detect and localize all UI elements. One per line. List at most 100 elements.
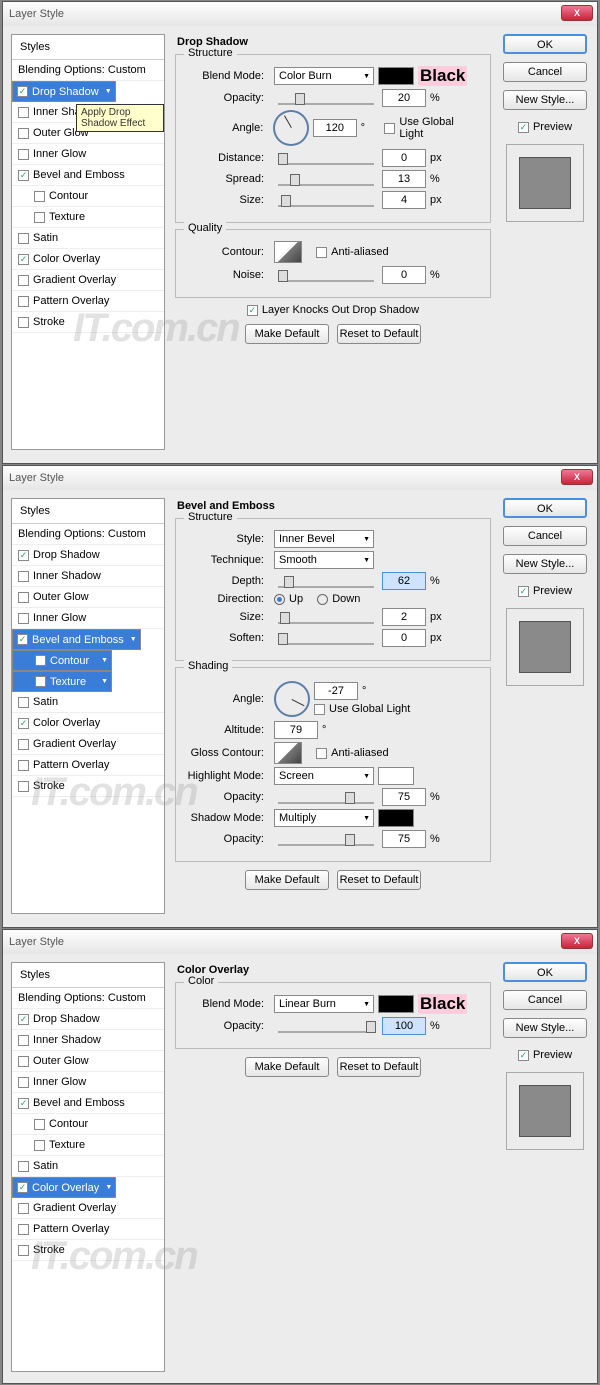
style-contour[interactable]: Contour <box>12 650 112 671</box>
checkbox-icon[interactable] <box>18 149 29 160</box>
opacity-slider[interactable] <box>278 91 374 105</box>
style-select[interactable]: Inner Bevel <box>274 530 374 548</box>
antialiased-check[interactable] <box>316 247 327 258</box>
close-button[interactable]: X <box>561 933 593 949</box>
style-outer-glow[interactable]: Outer Glow <box>12 1051 164 1072</box>
style-stroke[interactable]: Stroke <box>12 312 164 333</box>
size-slider[interactable] <box>278 610 374 624</box>
spread-slider[interactable] <box>278 172 374 186</box>
style-texture[interactable]: Texture <box>12 1135 164 1156</box>
altitude-input[interactable]: 79 <box>274 721 318 739</box>
style-contour[interactable]: Contour <box>12 186 164 207</box>
style-bevel-emboss[interactable]: ✓Bevel and Emboss <box>12 1093 164 1114</box>
checkbox-icon[interactable] <box>18 128 29 139</box>
opacity-slider[interactable] <box>278 1019 374 1033</box>
close-button[interactable]: X <box>561 469 593 485</box>
checkbox-icon[interactable]: ✓ <box>18 254 29 265</box>
style-drop-shadow[interactable]: ✓Drop Shadow <box>12 81 116 102</box>
global-light-check[interactable] <box>384 123 395 134</box>
checkbox-icon[interactable] <box>18 317 29 328</box>
style-gradient-overlay[interactable]: Gradient Overlay <box>12 734 164 755</box>
shadow-color-swatch[interactable] <box>378 809 414 827</box>
highlight-opacity-input[interactable]: 75 <box>382 788 426 806</box>
style-outer-glow[interactable]: Outer Glow <box>12 587 164 608</box>
style-bevel-emboss[interactable]: ✓Bevel and Emboss <box>12 629 141 650</box>
style-inner-glow[interactable]: Inner Glow <box>12 144 164 165</box>
style-stroke[interactable]: Stroke <box>12 776 164 797</box>
distance-slider[interactable] <box>278 151 374 165</box>
size-input[interactable]: 2 <box>382 608 426 626</box>
shadow-mode-select[interactable]: Multiply <box>274 809 374 827</box>
contour-picker[interactable] <box>274 241 302 263</box>
antialiased-check[interactable] <box>316 748 327 759</box>
knockout-check[interactable]: ✓ <box>247 305 258 316</box>
blending-options[interactable]: Blending Options: Custom <box>12 60 164 81</box>
blending-options[interactable]: Blending Options: Custom <box>12 524 164 545</box>
style-inner-shadow[interactable]: Inner ShadowApply Drop Shadow Effect <box>12 102 164 123</box>
highlight-mode-select[interactable]: Screen <box>274 767 374 785</box>
style-color-overlay[interactable]: ✓Color Overlay <box>12 1177 116 1198</box>
depth-input[interactable]: 62 <box>382 572 426 590</box>
make-default-button[interactable]: Make Default <box>245 870 329 890</box>
color-swatch[interactable] <box>378 67 414 85</box>
opacity-input[interactable]: 100 <box>382 1017 426 1035</box>
blend-mode-select[interactable]: Linear Burn <box>274 995 374 1013</box>
style-color-overlay[interactable]: ✓Color Overlay <box>12 713 164 734</box>
new-style-button[interactable]: New Style... <box>503 1018 587 1038</box>
new-style-button[interactable]: New Style... <box>503 90 587 110</box>
checkbox-icon[interactable] <box>18 107 29 118</box>
shadow-opacity-input[interactable]: 75 <box>382 830 426 848</box>
highlight-color-swatch[interactable] <box>378 767 414 785</box>
checkbox-icon[interactable] <box>34 212 45 223</box>
style-bevel-emboss[interactable]: ✓Bevel and Emboss <box>12 165 164 186</box>
style-contour[interactable]: Contour <box>12 1114 164 1135</box>
cancel-button[interactable]: Cancel <box>503 62 587 82</box>
cancel-button[interactable]: Cancel <box>503 990 587 1010</box>
ok-button[interactable]: OK <box>503 498 587 518</box>
highlight-opacity-slider[interactable] <box>278 790 374 804</box>
gloss-contour-picker[interactable] <box>274 742 302 764</box>
style-texture[interactable]: Texture <box>12 207 164 228</box>
size-slider[interactable] <box>278 193 374 207</box>
checkbox-icon[interactable]: ✓ <box>17 86 28 97</box>
technique-select[interactable]: Smooth <box>274 551 374 569</box>
style-pattern-overlay[interactable]: Pattern Overlay <box>12 755 164 776</box>
ok-button[interactable]: OK <box>503 962 587 982</box>
angle-input[interactable]: 120 <box>313 119 357 137</box>
style-stroke[interactable]: Stroke <box>12 1240 164 1261</box>
style-inner-shadow[interactable]: Inner Shadow <box>12 566 164 587</box>
ok-button[interactable]: OK <box>503 34 587 54</box>
noise-input[interactable]: 0 <box>382 266 426 284</box>
opacity-input[interactable]: 20 <box>382 89 426 107</box>
make-default-button[interactable]: Make Default <box>245 1057 329 1077</box>
reset-default-button[interactable]: Reset to Default <box>337 324 421 344</box>
blend-mode-select[interactable]: Color Burn <box>274 67 374 85</box>
checkbox-icon[interactable] <box>18 233 29 244</box>
depth-slider[interactable] <box>278 574 374 588</box>
spread-input[interactable]: 13 <box>382 170 426 188</box>
style-satin[interactable]: Satin <box>12 692 164 713</box>
shadow-opacity-slider[interactable] <box>278 832 374 846</box>
preview-check[interactable]: ✓ <box>518 586 529 597</box>
style-drop-shadow[interactable]: ✓Drop Shadow <box>12 1009 164 1030</box>
style-pattern-overlay[interactable]: Pattern Overlay <box>12 1219 164 1240</box>
style-inner-glow[interactable]: Inner Glow <box>12 608 164 629</box>
angle-dial[interactable] <box>273 110 309 146</box>
checkbox-icon[interactable] <box>18 275 29 286</box>
noise-slider[interactable] <box>278 268 374 282</box>
style-texture[interactable]: Texture <box>12 671 112 692</box>
distance-input[interactable]: 0 <box>382 149 426 167</box>
style-satin[interactable]: Satin <box>12 1156 164 1177</box>
checkbox-icon[interactable] <box>34 191 45 202</box>
angle-dial[interactable] <box>274 681 310 717</box>
direction-down-radio[interactable] <box>317 594 328 605</box>
color-swatch[interactable] <box>378 995 414 1013</box>
soften-input[interactable]: 0 <box>382 629 426 647</box>
style-inner-glow[interactable]: Inner Glow <box>12 1072 164 1093</box>
reset-default-button[interactable]: Reset to Default <box>337 870 421 890</box>
style-satin[interactable]: Satin <box>12 228 164 249</box>
angle-input[interactable]: -27 <box>314 682 358 700</box>
close-button[interactable]: X <box>561 5 593 21</box>
style-pattern-overlay[interactable]: Pattern Overlay <box>12 291 164 312</box>
reset-default-button[interactable]: Reset to Default <box>337 1057 421 1077</box>
